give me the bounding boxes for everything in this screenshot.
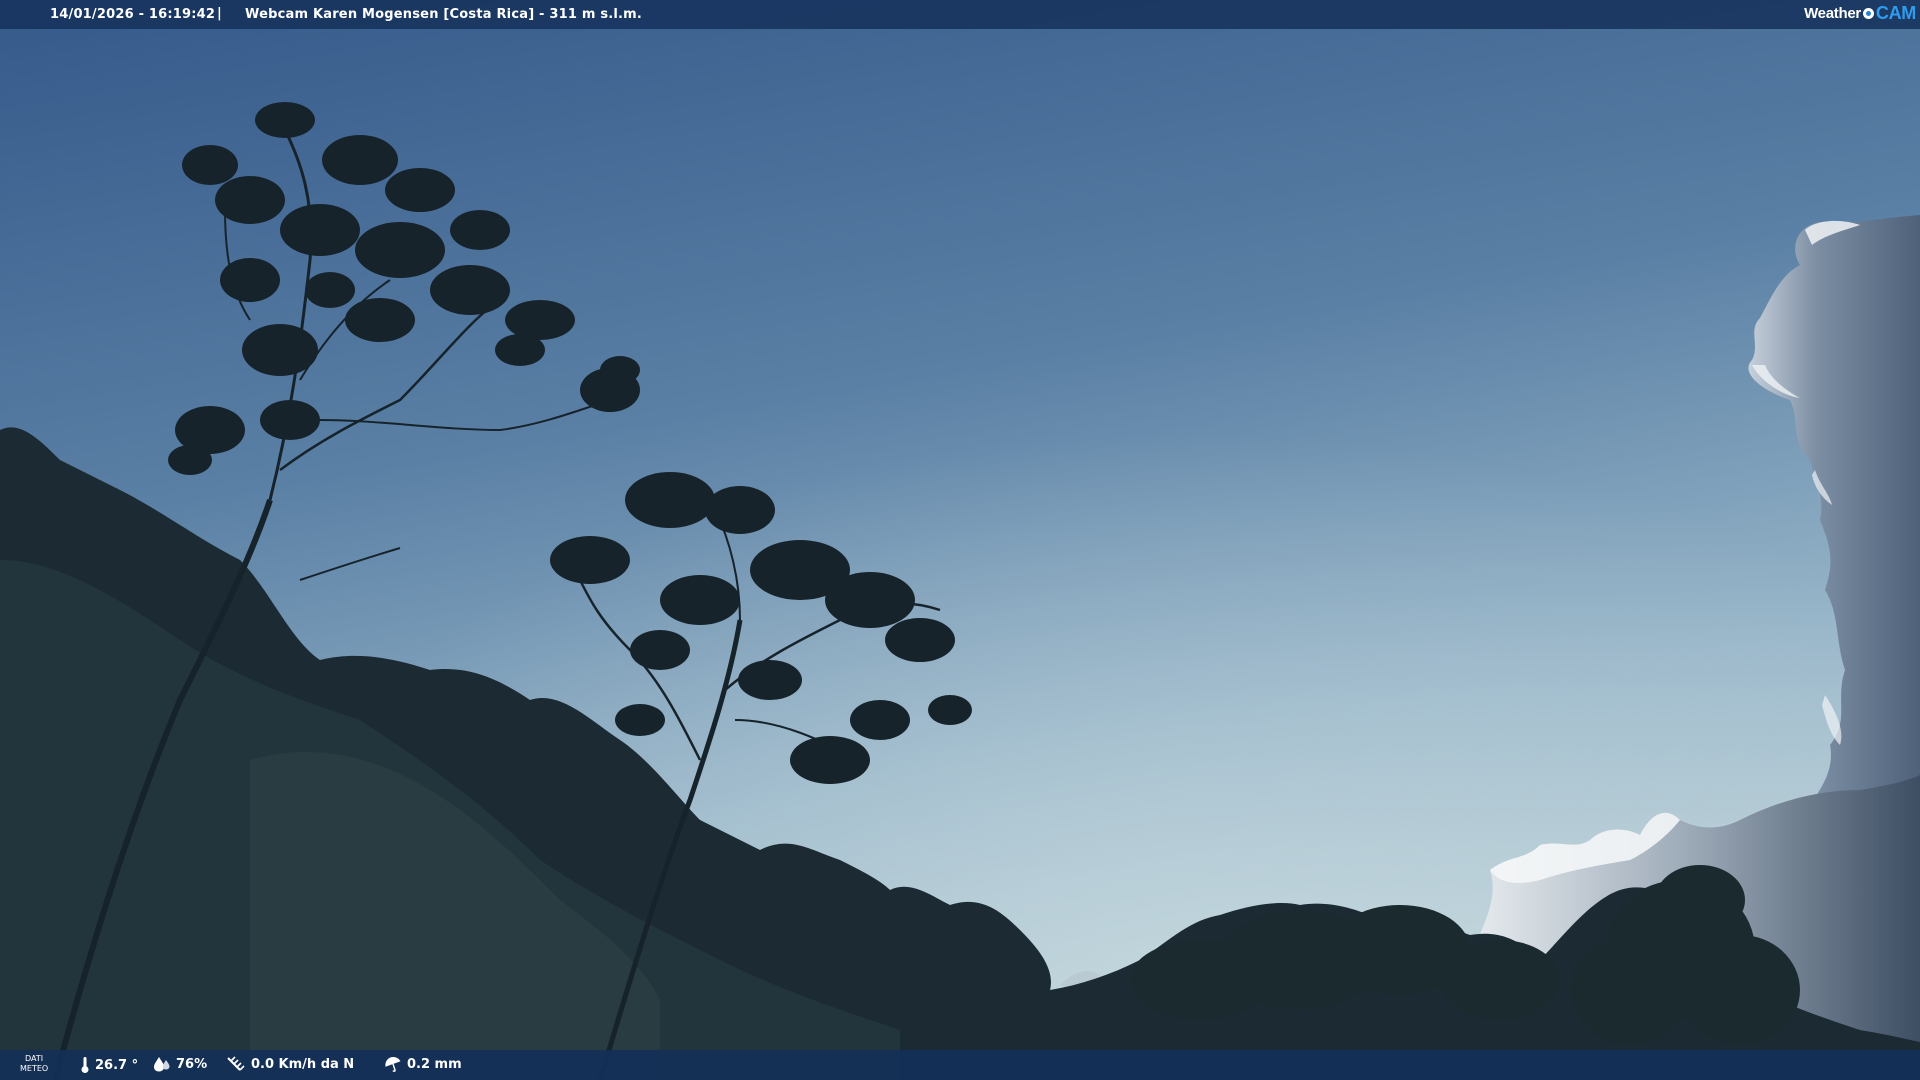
humidity-reading: 76% <box>153 1056 207 1072</box>
brand-weather-text: Weather <box>1804 5 1861 22</box>
webcam-image <box>0 0 1920 1080</box>
wind-reading: 0.0 Km/h da N <box>226 1056 354 1072</box>
thermometer-icon <box>81 1057 89 1073</box>
rain-value: 0.2 mm <box>407 1056 462 1072</box>
humidity-value: 76% <box>176 1056 208 1072</box>
umbrella-icon <box>385 1056 401 1072</box>
humidity-icon <box>154 1057 170 1072</box>
webcam-title: Webcam Karen Mogensen [Costa Rica] - 311… <box>245 7 643 22</box>
brand-cam-text: CAM <box>1875 3 1916 23</box>
brand-dot-icon <box>1862 8 1874 19</box>
weathercam-logo: Weather CAM <box>1804 3 1916 24</box>
top-overlay-bar: 14/01/2026 - 16:19:42 | Webcam Karen Mog… <box>0 0 1920 29</box>
timestamp: 14/01/2026 - 16:19:42 <box>50 7 216 22</box>
weather-data-bar: DATI METEO 26.7 ° 76% 0.0 Km/h da N 0.2 … <box>0 1050 1920 1080</box>
rain-reading: 0.2 mm <box>384 1056 462 1072</box>
separator: | <box>217 6 222 21</box>
temperature-value: 26.7 ° <box>95 1057 139 1073</box>
wind-icon <box>227 1056 245 1071</box>
weather-data-label: DATI METEO <box>20 1054 49 1073</box>
temperature-reading: 26.7 ° <box>80 1056 138 1074</box>
wind-value: 0.0 Km/h da N <box>251 1056 355 1072</box>
webcam-frame: 14/01/2026 - 16:19:42 | Webcam Karen Mog… <box>0 0 1920 1080</box>
